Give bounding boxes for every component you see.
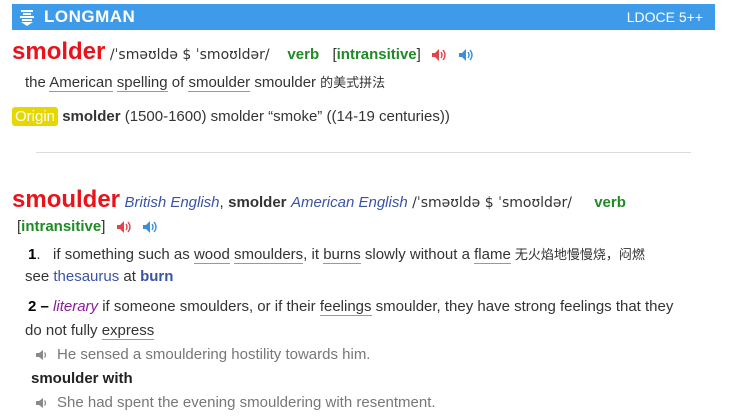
entry-smolder-header: smolder /ˈsməʊldə $ ˈsmoʊldər/ verb [int… bbox=[12, 38, 474, 66]
origin-line: Origin smolder (1500-1600) smolder “smok… bbox=[12, 107, 450, 126]
speaker-grey-icon[interactable] bbox=[35, 349, 49, 361]
pronunciation: /ˈsməʊldə $ ˈsmoʊldər/ bbox=[412, 195, 572, 211]
register-label: literary bbox=[53, 298, 99, 315]
speaker-blue-icon[interactable] bbox=[458, 48, 474, 62]
grammar-label: [intransitive] bbox=[332, 46, 421, 63]
chinese-translation: 无火焰地慢慢烧，闷燃 bbox=[510, 248, 645, 263]
origin-text: (1500-1600) smolder “smoke” ((14-19 cent… bbox=[120, 108, 450, 125]
collocation-phrase: smoulder with bbox=[31, 370, 133, 387]
variety-british: British English bbox=[124, 194, 220, 211]
sense-number: 2 bbox=[28, 298, 37, 315]
link-smoulders[interactable]: smoulders bbox=[233, 246, 304, 264]
sense-2-continued: do not fully express bbox=[25, 322, 155, 340]
sense-2: 2 – literary if someone smoulders, or if… bbox=[28, 298, 674, 316]
part-of-speech: verb bbox=[594, 194, 626, 211]
link-burns[interactable]: burns bbox=[323, 246, 361, 264]
speaker-red-icon[interactable] bbox=[431, 48, 447, 62]
burn-link[interactable]: burn bbox=[140, 268, 173, 285]
link-american[interactable]: American bbox=[49, 74, 113, 92]
pronunciation: /ˈsməʊldə $ ˈsmoʊldər/ bbox=[109, 47, 270, 63]
example-sentence: He sensed a smouldering hostility toward… bbox=[35, 346, 370, 363]
link-spelling[interactable]: spelling bbox=[116, 74, 168, 92]
thesaurus-link[interactable]: thesaurus bbox=[53, 268, 119, 285]
origin-badge: Origin bbox=[12, 107, 59, 126]
link-flame[interactable]: flame bbox=[474, 246, 511, 264]
link-wood[interactable]: wood bbox=[193, 246, 230, 264]
origin-word: smolder bbox=[62, 108, 121, 125]
headword: smoulder bbox=[12, 186, 121, 213]
link-express[interactable]: express bbox=[101, 322, 155, 340]
speaker-blue-icon[interactable] bbox=[142, 220, 158, 234]
entry-divider bbox=[36, 152, 691, 153]
speaker-red-icon[interactable] bbox=[116, 220, 132, 234]
dictionary-banner: LONGMAN LDOCE 5++ bbox=[12, 4, 715, 30]
part-of-speech: verb bbox=[287, 46, 320, 63]
speaker-grey-icon[interactable] bbox=[35, 397, 49, 409]
entry-smoulder-header: smoulder British English, smolder Americ… bbox=[12, 186, 626, 213]
variety-american: American English bbox=[290, 194, 408, 211]
longman-logo-icon bbox=[20, 10, 34, 26]
brand-name: LONGMAN bbox=[44, 7, 136, 26]
grammar-row: [intransitive] bbox=[17, 218, 158, 236]
grammar-label: [intransitive] bbox=[17, 218, 106, 235]
link-feelings[interactable]: feelings bbox=[319, 298, 372, 316]
dictionary-edition: LDOCE 5++ bbox=[626, 9, 703, 25]
thesaurus-ref: see thesaurus at burn bbox=[25, 268, 174, 285]
link-smoulder[interactable]: smoulder bbox=[188, 74, 251, 92]
sense-1: 1. if something such as wood smoulders, … bbox=[28, 246, 645, 264]
headword: smolder bbox=[12, 38, 106, 65]
example-sentence: She had spent the evening smouldering wi… bbox=[35, 394, 436, 411]
definition-text: the American spelling of smoulder smould… bbox=[25, 74, 386, 92]
variant-smolder: smolder bbox=[228, 194, 287, 211]
